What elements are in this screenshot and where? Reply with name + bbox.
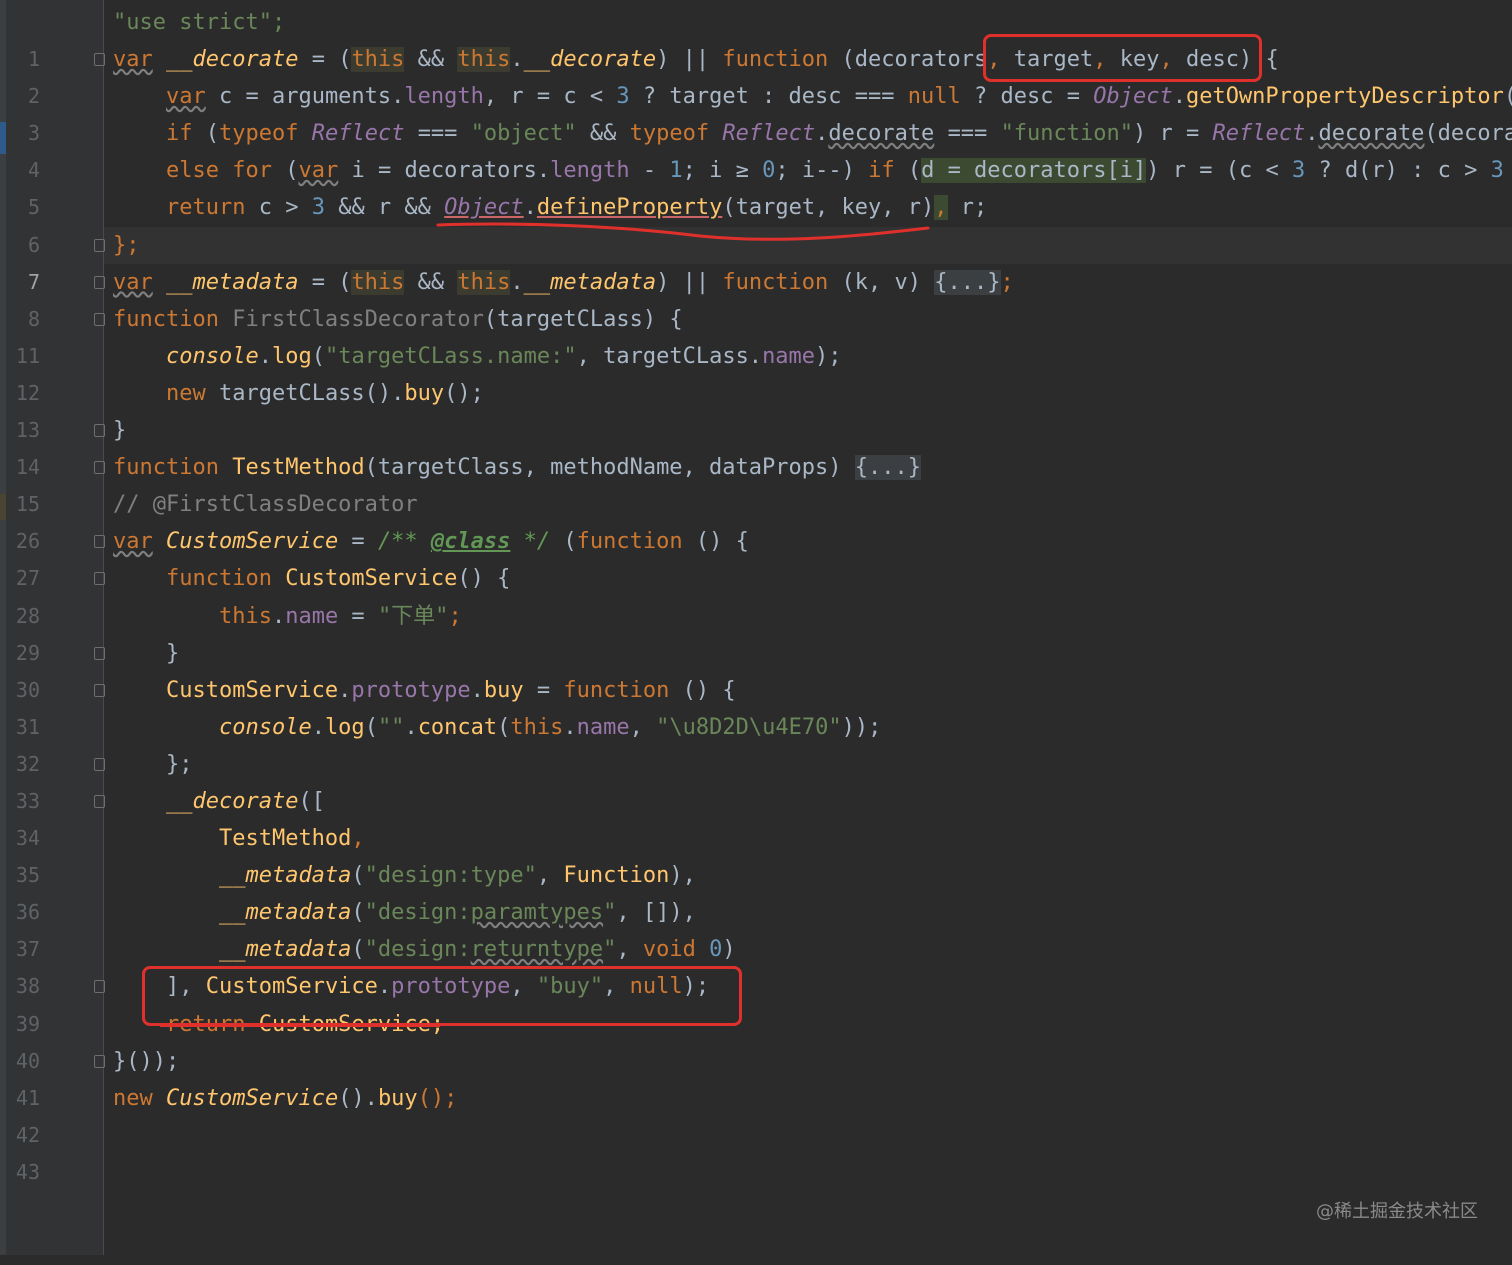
code-editor[interactable]: 1 "use strict"; 2 var __decorate = (this… — [0, 0, 1512, 1255]
watermark: @稀土掘金技术社区 — [1316, 1201, 1478, 1222]
annotation-underline-curve — [436, 222, 930, 241]
